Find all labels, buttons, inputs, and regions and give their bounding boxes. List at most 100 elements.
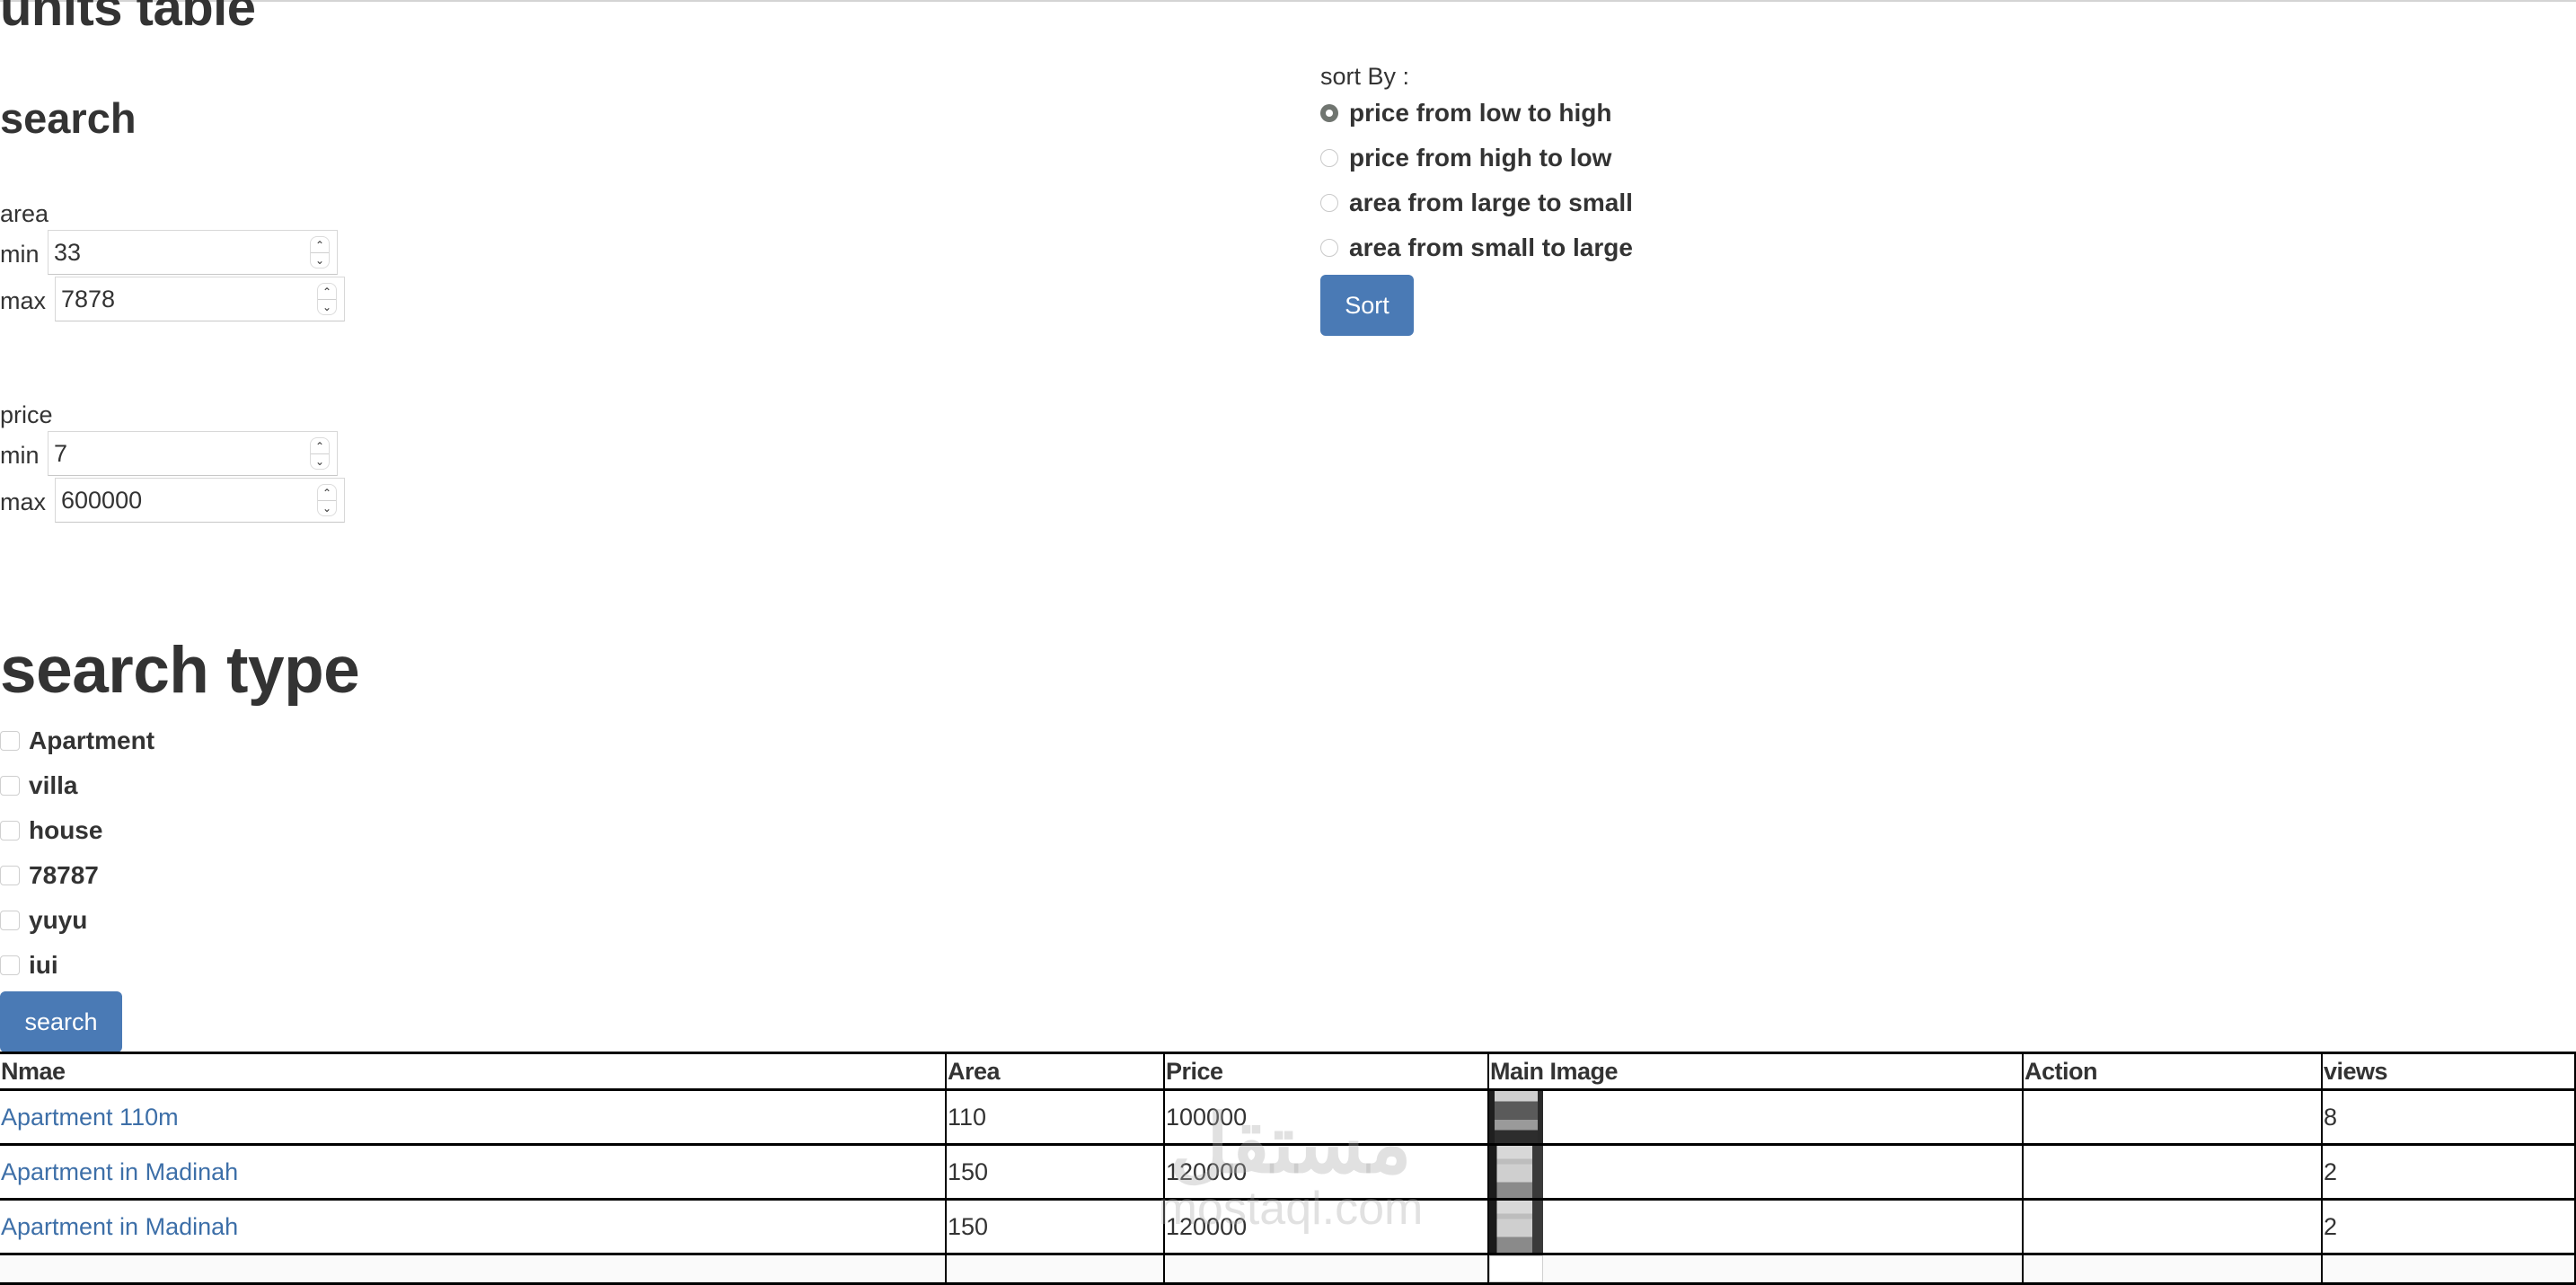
checkbox-icon[interactable] [0, 866, 20, 885]
chevron-down-icon[interactable]: ⌄ [315, 254, 324, 267]
units-table: Nmae Area Price Main Image Action views … [0, 1052, 2576, 1285]
price-max-input[interactable]: 600000 ⌃ ⌄ [55, 478, 345, 523]
cell-main-image [1487, 1143, 2024, 1201]
area-max-value: 7878 [61, 285, 116, 312]
cell-name: Apartment in Madinah [0, 1143, 947, 1201]
unit-thumbnail-image[interactable] [1490, 1092, 1543, 1142]
chevron-up-icon[interactable]: ⌃ [315, 440, 324, 453]
sort-option-label: area from large to small [1349, 189, 1633, 216]
cell-main-image [1487, 1088, 2024, 1146]
price-max-label: max [0, 488, 47, 515]
cell-main-image [1487, 1198, 2024, 1255]
unit-thumbnail-image[interactable] [1490, 1147, 1543, 1197]
sort-option-label: price from low to high [1349, 99, 1612, 127]
column-header-main-image: Main Image [1487, 1052, 2024, 1091]
type-option-label: villa [29, 771, 78, 799]
chevron-down-icon[interactable]: ⌄ [322, 301, 331, 313]
cell-name [0, 1253, 947, 1285]
area-min-stepper[interactable]: ⌃ ⌄ [310, 236, 330, 268]
type-option-apartment[interactable]: Apartment [0, 726, 154, 755]
radio-selected-icon[interactable] [1320, 104, 1338, 122]
cell-area: 110 [945, 1088, 1165, 1146]
type-option-78787[interactable]: 78787 [0, 861, 99, 890]
sort-option-price-high-low[interactable]: price from high to low [1320, 144, 1611, 172]
table-row: Apartment in Madinah 150 120000 2 [0, 1143, 2576, 1201]
area-label: area [0, 200, 49, 227]
price-min-stepper[interactable]: ⌃ ⌄ [310, 437, 330, 470]
cell-area: 150 [945, 1198, 1165, 1255]
area-min-label: min [0, 241, 40, 268]
unit-link[interactable]: Apartment 110m [1, 1104, 179, 1131]
cell-price [1163, 1253, 1489, 1285]
price-label: price [0, 401, 53, 428]
search-button[interactable]: search [0, 991, 122, 1052]
cell-price: 120000 [1163, 1198, 1489, 1255]
area-max-label: max [0, 287, 47, 314]
broken-image-icon [1490, 1256, 1543, 1281]
cell-action [2022, 1253, 2323, 1285]
search-heading: search [0, 94, 137, 142]
area-max-stepper[interactable]: ⌃ ⌄ [317, 283, 337, 315]
table-row: Apartment in Madinah 150 120000 2 [0, 1198, 2576, 1255]
column-header-area: Area [945, 1052, 1165, 1091]
sort-label: sort By : [1320, 63, 1410, 90]
type-option-label: iui [29, 951, 58, 979]
type-option-label: house [29, 816, 103, 844]
sort-option-area-small-large[interactable]: area from small to large [1320, 233, 1633, 262]
type-option-house[interactable]: house [0, 816, 102, 845]
cell-action [2022, 1198, 2323, 1255]
unit-thumbnail-image[interactable] [1490, 1201, 1543, 1252]
checkbox-icon[interactable] [0, 731, 20, 751]
cell-name: Apartment 110m [0, 1088, 947, 1146]
chevron-up-icon[interactable]: ⌃ [322, 286, 331, 298]
page-title: units table [0, 0, 256, 37]
table-row-partial [0, 1253, 2576, 1285]
type-option-label: yuyu [29, 906, 88, 934]
chevron-up-icon[interactable]: ⌃ [315, 239, 324, 251]
table-header-row: Nmae Area Price Main Image Action views [0, 1052, 2576, 1091]
cell-area [945, 1253, 1165, 1285]
price-min-input[interactable]: 7 ⌃ ⌄ [48, 431, 338, 476]
sort-option-price-low-high[interactable]: price from low to high [1320, 99, 1611, 128]
search-type-heading: search type [0, 634, 360, 707]
chevron-down-icon[interactable]: ⌄ [315, 455, 324, 468]
chevron-up-icon[interactable]: ⌃ [322, 487, 331, 499]
cell-main-image [1487, 1253, 2024, 1285]
checkbox-icon[interactable] [0, 911, 20, 930]
price-max-stepper[interactable]: ⌃ ⌄ [317, 484, 337, 516]
cell-views: 2 [2321, 1198, 2576, 1255]
sort-button[interactable]: Sort [1320, 275, 1414, 336]
column-header-price: Price [1163, 1052, 1489, 1091]
radio-icon[interactable] [1320, 194, 1338, 212]
sort-option-label: price from high to low [1349, 144, 1612, 172]
unit-link[interactable]: Apartment in Madinah [1, 1213, 238, 1240]
table-row: Apartment 110m 110 100000 8 [0, 1088, 2576, 1146]
checkbox-icon[interactable] [0, 776, 20, 796]
chevron-down-icon[interactable]: ⌄ [322, 502, 331, 515]
area-min-input[interactable]: 33 ⌃ ⌄ [48, 230, 338, 275]
column-header-views: views [2321, 1052, 2576, 1091]
area-min-value: 33 [54, 238, 82, 266]
column-header-name: Nmae [0, 1052, 947, 1091]
sort-option-area-large-small[interactable]: area from large to small [1320, 189, 1633, 217]
area-max-input[interactable]: 7878 ⌃ ⌄ [55, 277, 345, 321]
cell-name: Apartment in Madinah [0, 1198, 947, 1255]
sort-option-label: area from small to large [1349, 233, 1633, 261]
type-option-villa[interactable]: villa [0, 771, 77, 800]
cell-views: 8 [2321, 1088, 2576, 1146]
cell-price: 100000 [1163, 1088, 1489, 1146]
radio-icon[interactable] [1320, 149, 1338, 167]
price-min-value: 7 [54, 439, 68, 467]
type-option-label: Apartment [29, 726, 155, 754]
checkbox-icon[interactable] [0, 821, 20, 841]
radio-icon[interactable] [1320, 239, 1338, 257]
type-option-yuyu[interactable]: yuyu [0, 906, 87, 935]
column-header-action: Action [2022, 1052, 2323, 1091]
cell-action [2022, 1088, 2323, 1146]
type-option-iui[interactable]: iui [0, 951, 58, 980]
type-option-label: 78787 [29, 861, 99, 889]
checkbox-icon[interactable] [0, 955, 20, 975]
price-min-label: min [0, 442, 40, 469]
unit-link[interactable]: Apartment in Madinah [1, 1158, 238, 1185]
cell-views [2321, 1253, 2576, 1285]
